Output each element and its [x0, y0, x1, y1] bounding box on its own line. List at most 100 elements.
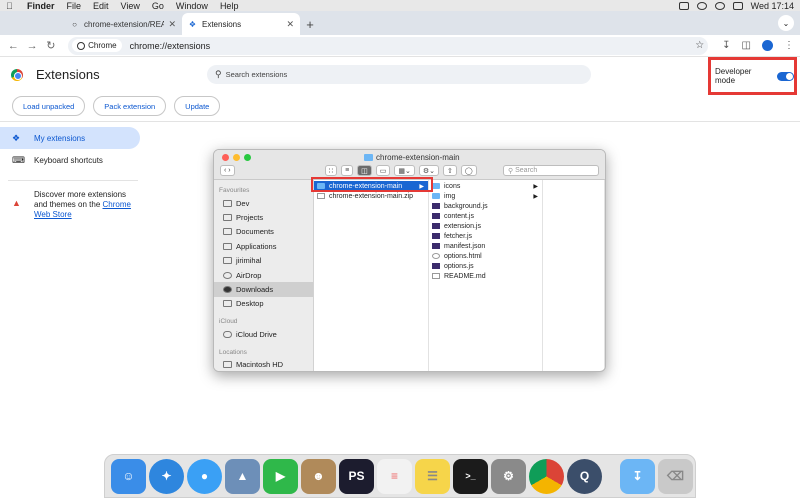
back-icon[interactable]: ←	[6, 40, 21, 52]
system-preferences-app-icon[interactable]: ⚙	[491, 458, 526, 494]
list-item[interactable]: icons ▶	[429, 181, 542, 191]
column-view-icon[interactable]: ◫	[357, 165, 372, 176]
tab-search-dropdown-icon[interactable]: ⌄	[778, 15, 794, 31]
phpstorm-app-icon[interactable]: PS	[339, 458, 374, 494]
minimize-window-icon[interactable]	[233, 154, 240, 161]
sidebar-item-home[interactable]: jirimihal	[214, 254, 313, 268]
reload-icon[interactable]: ↻	[43, 39, 58, 52]
zoom-window-icon[interactable]	[244, 154, 251, 161]
forward-icon[interactable]: →	[25, 40, 40, 52]
menu-edit[interactable]: Edit	[93, 1, 109, 11]
developer-mode-toggle[interactable]	[776, 71, 794, 81]
more-menu-icon[interactable]: ⋮	[784, 40, 794, 51]
sidebar-item-macintosh-hd[interactable]: Macintosh HD	[214, 358, 313, 371]
finder-app-icon[interactable]: ☺	[111, 458, 146, 494]
sidebar-item-keyboard-shortcuts[interactable]: ⌨ Keyboard shortcuts	[0, 149, 140, 171]
sidebar-item-icloud-drive[interactable]: iCloud Drive	[214, 327, 313, 341]
quicktime-app-icon[interactable]: Q	[567, 458, 602, 494]
trash-icon[interactable]: ⌫	[658, 458, 693, 494]
battery-icon[interactable]	[678, 1, 689, 10]
menu-finder[interactable]: Finder	[27, 1, 55, 11]
search-extensions-input[interactable]: ⚲ Search extensions	[207, 65, 591, 84]
share-icon[interactable]: ⇧	[443, 165, 457, 176]
list-item[interactable]: chrome-extension-main.zip	[314, 191, 428, 201]
disk-icon	[223, 361, 232, 369]
menu-help[interactable]: Help	[220, 1, 239, 11]
gallery-view-icon[interactable]: ▭	[375, 165, 391, 176]
messages-app-icon[interactable]: ●	[187, 458, 222, 494]
chrome-icon	[77, 41, 86, 50]
tab-strip: ○ chrome-extension/README.m ✕ ❖ Extensio…	[0, 11, 800, 35]
preview-app-icon[interactable]: ▲	[225, 458, 260, 494]
apple-icon[interactable]: 	[6, 1, 15, 11]
sidebar-item-desktop[interactable]: Desktop	[214, 297, 313, 311]
finder-titlebar[interactable]: chrome-extension-main ‹ › ∷ ≡ ◫ ▭ ▦⌄ ⚙⌄ …	[214, 150, 605, 180]
list-item[interactable]: img ▶	[429, 191, 542, 201]
file-name: chrome-extension-main.zip	[329, 192, 414, 200]
sidebar-item-applications[interactable]: Applications	[214, 239, 313, 253]
sidebar-item-projects[interactable]: Projects	[214, 210, 313, 224]
list-item[interactable]: fetcher.js	[429, 231, 542, 241]
header-divider	[0, 121, 800, 122]
search-icon[interactable]	[714, 1, 725, 10]
safari-app-icon[interactable]: ✦	[149, 458, 184, 494]
developer-mode-label: Developer mode	[715, 67, 752, 85]
wifi-icon[interactable]	[696, 1, 707, 10]
list-view-icon[interactable]: ≡	[341, 165, 354, 176]
tag-icon[interactable]: ◯	[460, 165, 477, 176]
menu-file[interactable]: File	[67, 1, 82, 11]
downloads-folder-icon[interactable]: ↧	[620, 458, 655, 494]
tab-title: Extensions	[202, 19, 242, 29]
menu-go[interactable]: Go	[152, 1, 164, 11]
group-icon[interactable]: ▦⌄	[394, 165, 415, 176]
action-gear-icon[interactable]: ⚙⌄	[418, 165, 440, 176]
list-item[interactable]: content.js	[429, 211, 542, 221]
address-bar[interactable]: Chrome chrome://extensions ☆	[68, 36, 709, 55]
sidebar-item-airdrop[interactable]: AirDrop	[214, 268, 313, 282]
site-chip[interactable]: Chrome	[72, 39, 122, 52]
list-item[interactable]: manifest.json	[429, 241, 542, 251]
sidebar-item-my-extensions[interactable]: ❖ My extensions	[0, 127, 140, 149]
developer-mode-highlight: Developer mode	[708, 57, 797, 95]
finder-window[interactable]: chrome-extension-main ‹ › ∷ ≡ ◫ ▭ ▦⌄ ⚙⌄ …	[213, 149, 606, 372]
new-tab-button[interactable]: +	[300, 13, 320, 35]
item-label: Documents	[236, 227, 274, 237]
load-unpacked-button[interactable]: Load unpacked	[12, 96, 86, 116]
keyboard-icon: ⌨	[12, 154, 25, 165]
profile-avatar[interactable]	[762, 40, 773, 51]
list-item[interactable]: options.js	[429, 261, 542, 271]
file-name: extension.js	[444, 222, 481, 230]
notes-app-icon[interactable]: ☰	[415, 458, 450, 494]
menu-window[interactable]: Window	[176, 1, 208, 11]
sidebar-item-dev[interactable]: Dev	[214, 196, 313, 210]
close-window-icon[interactable]	[222, 154, 229, 161]
reminders-app-icon[interactable]: ≡	[377, 458, 412, 494]
list-item[interactable]: background.js	[429, 201, 542, 211]
side-panel-icon[interactable]: ◫	[742, 40, 751, 51]
tab-extensions[interactable]: ❖ Extensions ✕	[182, 13, 300, 35]
control-center-icon[interactable]	[732, 1, 743, 10]
contacts-app-icon[interactable]: ☻	[301, 458, 336, 494]
pack-extension-button[interactable]: Pack extension	[93, 96, 167, 116]
bookmark-star-icon[interactable]: ☆	[695, 40, 704, 51]
facetime-app-icon[interactable]: ▶	[263, 458, 298, 494]
sidebar-item-downloads[interactable]: Downloads	[214, 282, 313, 297]
file-name: options.js	[444, 262, 474, 270]
terminal-app-icon[interactable]: >_	[453, 458, 488, 494]
menu-clock[interactable]: Wed 17:14	[751, 1, 794, 11]
back-forward-buttons[interactable]: ‹ ›	[220, 165, 235, 176]
finder-search-input[interactable]: ⚲ Search	[503, 165, 599, 176]
sidebar-item-documents[interactable]: Documents	[214, 225, 313, 239]
list-item[interactable]: extension.js	[429, 221, 542, 231]
tab-readme[interactable]: ○ chrome-extension/README.m ✕	[64, 13, 182, 35]
chrome-app-icon[interactable]	[529, 458, 564, 494]
close-tab-icon[interactable]: ✕	[168, 19, 176, 30]
menu-view[interactable]: View	[121, 1, 140, 11]
download-icon[interactable]: ↧	[722, 40, 730, 51]
update-button[interactable]: Update	[174, 96, 221, 116]
icon-view-icon[interactable]: ∷	[324, 165, 338, 176]
close-tab-icon[interactable]: ✕	[286, 19, 294, 30]
list-item[interactable]: options.html	[429, 251, 542, 261]
discover-more: ▲ Discover more extensions and themes on…	[0, 190, 140, 220]
list-item[interactable]: README.md	[429, 271, 542, 281]
